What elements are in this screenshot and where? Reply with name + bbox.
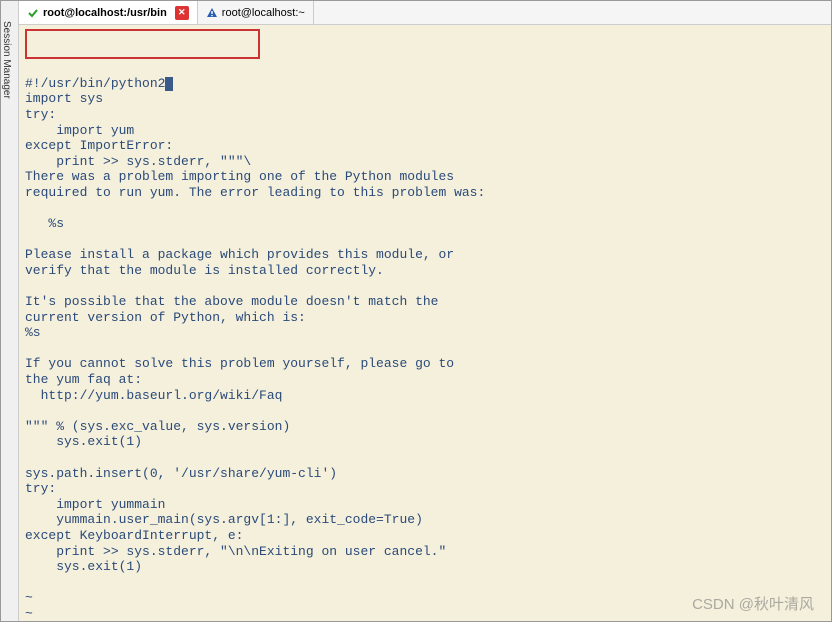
session-manager-label: Session Manager	[1, 21, 12, 99]
tab-label: root@localhost:~	[222, 7, 305, 19]
tab-usr-bin[interactable]: root@localhost:/usr/bin ✕	[19, 1, 198, 24]
highlight-annotation	[25, 29, 260, 59]
tab-bar: root@localhost:/usr/bin ✕ root@localhost…	[19, 1, 831, 25]
editor-area[interactable]: #!/usr/bin/python2import systry: import …	[19, 25, 831, 621]
session-manager-sidebar[interactable]: Session Manager	[1, 1, 19, 621]
tab-label: root@localhost:/usr/bin	[43, 7, 167, 19]
tab-home[interactable]: root@localhost:~	[198, 1, 314, 24]
code-content: #!/usr/bin/python2import systry: import …	[25, 76, 825, 621]
check-icon	[27, 7, 39, 19]
warn-icon	[206, 7, 218, 19]
close-icon[interactable]: ✕	[175, 6, 189, 20]
